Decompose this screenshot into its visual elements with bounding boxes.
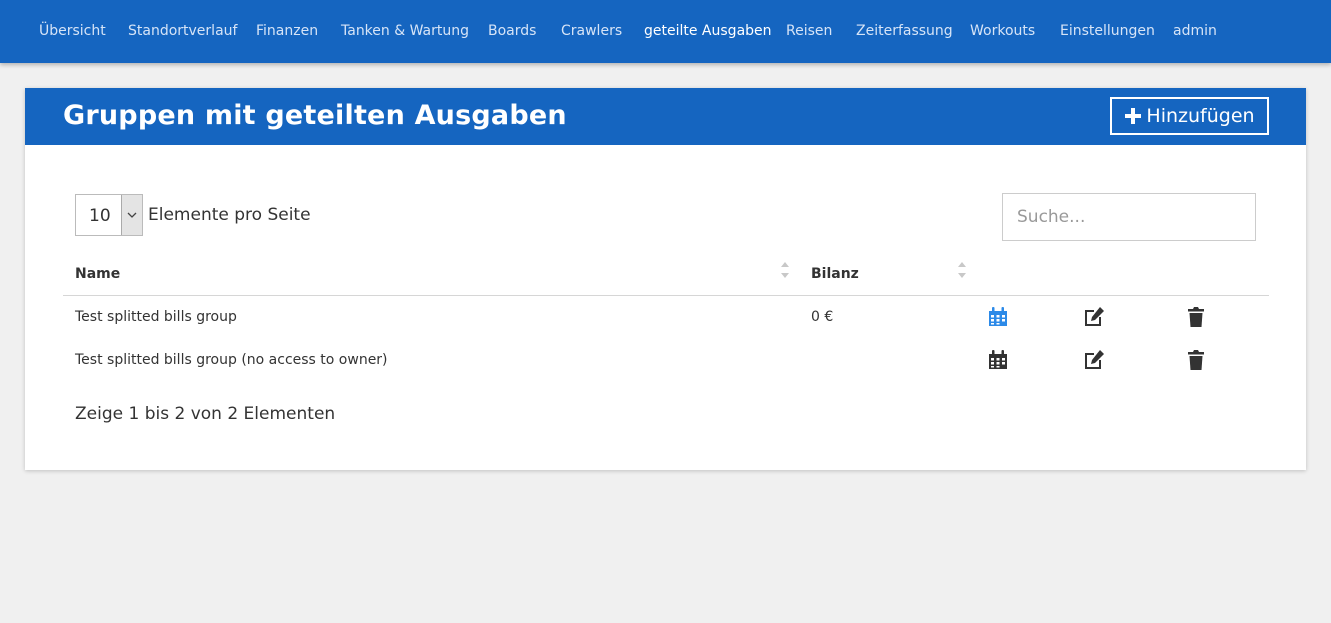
top-navbar: Übersicht Standortverlauf Finanzen Tanke…	[0, 0, 1331, 63]
plus-icon	[1125, 108, 1142, 124]
nav-item-workouts[interactable]: Workouts	[970, 23, 1035, 39]
card-header: Gruppen mit geteilten Ausgaben Hinzufüge…	[25, 88, 1306, 145]
nav-item-zeiterfassung[interactable]: Zeiterfassung	[856, 23, 953, 39]
per-page-label: Elemente pro Seite	[148, 205, 311, 225]
row-1-balance: 0 €	[811, 309, 834, 325]
nav-item-reisen[interactable]: Reisen	[786, 23, 832, 39]
sort-icon[interactable]	[957, 260, 967, 280]
nav-item-admin[interactable]: admin	[1173, 23, 1217, 39]
nav-item-finanzen[interactable]: Finanzen	[256, 23, 318, 39]
nav-item-boards[interactable]: Boards	[488, 23, 536, 39]
row-2-name: Test splitted bills group (no access to …	[75, 352, 388, 368]
edit-icon[interactable]	[1083, 349, 1105, 371]
calendar-icon[interactable]	[987, 349, 1009, 371]
trash-icon[interactable]	[1185, 306, 1207, 328]
trash-icon[interactable]	[1185, 349, 1207, 371]
add-group-button[interactable]: Hinzufügen	[1110, 97, 1269, 135]
nav-item-tanken-wartung[interactable]: Tanken & Wartung	[341, 23, 469, 39]
column-header-name[interactable]: Name	[75, 266, 120, 282]
groups-card: Gruppen mit geteilten Ausgaben Hinzufüge…	[25, 88, 1306, 470]
column-header-balance[interactable]: Bilanz	[811, 266, 859, 282]
calendar-icon[interactable]	[987, 306, 1009, 328]
page-size-value: 10	[89, 206, 111, 226]
search-input[interactable]	[1002, 193, 1256, 241]
chevron-down-icon[interactable]	[121, 195, 142, 235]
nav-item-crawlers[interactable]: Crawlers	[561, 23, 622, 39]
nav-item-standortverlauf[interactable]: Standortverlauf	[128, 23, 237, 39]
sort-icon[interactable]	[780, 260, 790, 280]
nav-item-uebersicht[interactable]: Übersicht	[39, 23, 106, 39]
page-title: Gruppen mit geteilten Ausgaben	[63, 100, 567, 131]
page-size-select[interactable]: 10	[75, 194, 143, 236]
table-info-text: Zeige 1 bis 2 von 2 Elementen	[75, 404, 336, 424]
add-button-label: Hinzufügen	[1146, 105, 1255, 127]
nav-item-geteilte-ausgaben[interactable]: geteilte Ausgaben	[644, 23, 772, 39]
nav-item-einstellungen[interactable]: Einstellungen	[1060, 23, 1155, 39]
row-1-name: Test splitted bills group	[75, 309, 237, 325]
table-header-divider	[63, 295, 1269, 296]
edit-icon[interactable]	[1083, 306, 1105, 328]
